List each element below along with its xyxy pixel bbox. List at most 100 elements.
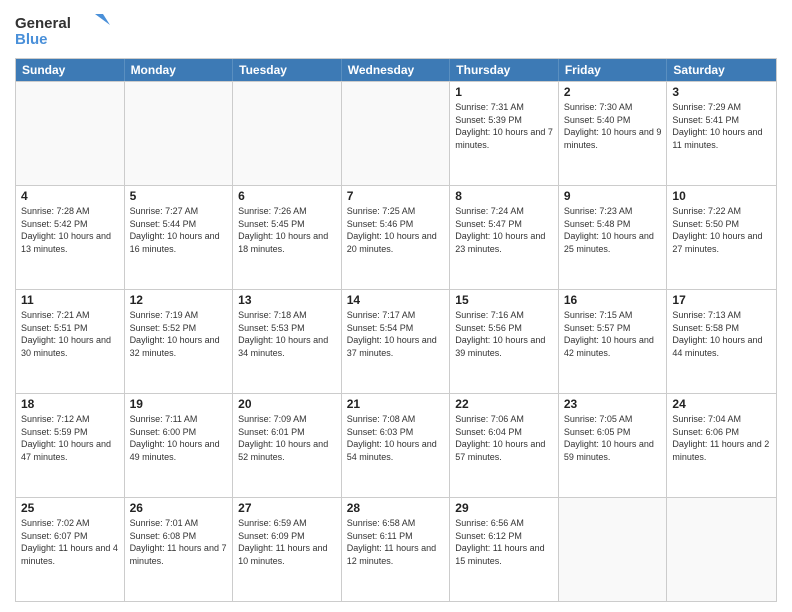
week-row-4: 25 Sunrise: 7:02 AMSunset: 6:07 PMDayligh… (16, 497, 776, 601)
cal-cell (559, 498, 668, 601)
cal-cell: 11Sunrise: 7:21 AMSunset: 5:51 PMDayligh… (16, 290, 125, 393)
day-info: Sunrise: 7:13 AMSunset: 5:58 PMDaylight:… (672, 309, 771, 359)
week-row-0: 1 Sunrise: 7:31 AMSunset: 5:39 PMDaylight… (16, 81, 776, 185)
day-number: 25 (21, 501, 119, 515)
cal-cell: 10 Sunrise: 7:22 AMSunset: 5:50 PMDayligh… (667, 186, 776, 289)
day-number: 8 (455, 189, 553, 203)
calendar-body: 1 Sunrise: 7:31 AMSunset: 5:39 PMDaylight… (16, 81, 776, 601)
day-number: 29 (455, 501, 553, 515)
cal-cell: 3 Sunrise: 7:29 AMSunset: 5:41 PMDaylight… (667, 82, 776, 185)
day-info: Sunrise: 6:58 AMSunset: 6:11 PMDaylight:… (347, 517, 445, 567)
cal-cell: 6 Sunrise: 7:26 AMSunset: 5:45 PMDaylight… (233, 186, 342, 289)
day-info: Sunrise: 7:06 AMSunset: 6:04 PMDaylight:… (455, 413, 553, 463)
day-info: Sunrise: 7:30 AMSunset: 5:40 PMDaylight:… (564, 101, 662, 151)
day-info: Sunrise: 7:01 AMSunset: 6:08 PMDaylight:… (130, 517, 228, 567)
day-info: Sunrise: 7:16 AMSunset: 5:56 PMDaylight:… (455, 309, 553, 359)
day-info: Sunrise: 7:09 AMSunset: 6:01 PMDaylight:… (238, 413, 336, 463)
cal-cell: 2 Sunrise: 7:30 AMSunset: 5:40 PMDaylight… (559, 82, 668, 185)
cal-cell: 12Sunrise: 7:19 AMSunset: 5:52 PMDayligh… (125, 290, 234, 393)
day-number: 14 (347, 293, 445, 307)
week-row-3: 18 Sunrise: 7:12 AMSunset: 5:59 PMDayligh… (16, 393, 776, 497)
day-info: Sunrise: 7:29 AMSunset: 5:41 PMDaylight:… (672, 101, 771, 151)
day-info: Sunrise: 7:27 AMSunset: 5:44 PMDaylight:… (130, 205, 228, 255)
cal-cell: 25 Sunrise: 7:02 AMSunset: 6:07 PMDayligh… (16, 498, 125, 601)
week-row-2: 11Sunrise: 7:21 AMSunset: 5:51 PMDayligh… (16, 289, 776, 393)
day-number: 3 (672, 85, 771, 99)
day-number: 20 (238, 397, 336, 411)
cal-cell: 21Sunrise: 7:08 AMSunset: 6:03 PMDayligh… (342, 394, 451, 497)
header-day-thursday: Thursday (450, 59, 559, 81)
cal-cell: 4 Sunrise: 7:28 AMSunset: 5:42 PMDaylight… (16, 186, 125, 289)
header-day-wednesday: Wednesday (342, 59, 451, 81)
cal-cell: 13 Sunrise: 7:18 AMSunset: 5:53 PMDayligh… (233, 290, 342, 393)
cal-cell: 24 Sunrise: 7:04 AMSunset: 6:06 PMDayligh… (667, 394, 776, 497)
day-info: Sunrise: 7:23 AMSunset: 5:48 PMDaylight:… (564, 205, 662, 255)
cal-cell: 20 Sunrise: 7:09 AMSunset: 6:01 PMDayligh… (233, 394, 342, 497)
day-info: Sunrise: 7:22 AMSunset: 5:50 PMDaylight:… (672, 205, 771, 255)
calendar: SundayMondayTuesdayWednesdayThursdayFrid… (15, 58, 777, 602)
cal-cell: 9 Sunrise: 7:23 AMSunset: 5:48 PMDaylight… (559, 186, 668, 289)
cal-cell (342, 82, 451, 185)
cal-cell: 28 Sunrise: 6:58 AMSunset: 6:11 PMDayligh… (342, 498, 451, 601)
day-number: 6 (238, 189, 336, 203)
svg-text:Blue: Blue (15, 31, 48, 48)
day-number: 12 (130, 293, 228, 307)
day-info: Sunrise: 7:28 AMSunset: 5:42 PMDaylight:… (21, 205, 119, 255)
day-info: Sunrise: 7:15 AMSunset: 5:57 PMDaylight:… (564, 309, 662, 359)
cal-cell: 29 Sunrise: 6:56 AMSunset: 6:12 PMDayligh… (450, 498, 559, 601)
day-number: 24 (672, 397, 771, 411)
page: General Blue SundayMondayTuesdayWednesda… (0, 0, 792, 612)
day-number: 27 (238, 501, 336, 515)
header-day-friday: Friday (559, 59, 668, 81)
day-number: 13 (238, 293, 336, 307)
day-number: 15 (455, 293, 553, 307)
day-number: 26 (130, 501, 228, 515)
day-number: 19 (130, 397, 228, 411)
day-number: 21 (347, 397, 445, 411)
week-row-1: 4 Sunrise: 7:28 AMSunset: 5:42 PMDaylight… (16, 185, 776, 289)
day-info: Sunrise: 7:04 AMSunset: 6:06 PMDaylight:… (672, 413, 771, 463)
day-info: Sunrise: 7:05 AMSunset: 6:05 PMDaylight:… (564, 413, 662, 463)
cal-cell: 16 Sunrise: 7:15 AMSunset: 5:57 PMDayligh… (559, 290, 668, 393)
day-info: Sunrise: 7:02 AMSunset: 6:07 PMDaylight:… (21, 517, 119, 567)
cal-cell: 14 Sunrise: 7:17 AMSunset: 5:54 PMDayligh… (342, 290, 451, 393)
day-number: 5 (130, 189, 228, 203)
cal-cell: 8 Sunrise: 7:24 AMSunset: 5:47 PMDaylight… (450, 186, 559, 289)
day-info: Sunrise: 7:26 AMSunset: 5:45 PMDaylight:… (238, 205, 336, 255)
cal-cell: 22Sunrise: 7:06 AMSunset: 6:04 PMDayligh… (450, 394, 559, 497)
calendar-header: SundayMondayTuesdayWednesdayThursdayFrid… (16, 59, 776, 81)
header-day-monday: Monday (125, 59, 234, 81)
day-number: 7 (347, 189, 445, 203)
cal-cell: 26 Sunrise: 7:01 AMSunset: 6:08 PMDayligh… (125, 498, 234, 601)
cal-cell: 5 Sunrise: 7:27 AMSunset: 5:44 PMDaylight… (125, 186, 234, 289)
day-number: 11 (21, 293, 119, 307)
day-number: 9 (564, 189, 662, 203)
day-number: 18 (21, 397, 119, 411)
cal-cell (233, 82, 342, 185)
cal-cell (667, 498, 776, 601)
day-number: 17 (672, 293, 771, 307)
day-info: Sunrise: 7:18 AMSunset: 5:53 PMDaylight:… (238, 309, 336, 359)
header-day-sunday: Sunday (16, 59, 125, 81)
day-number: 1 (455, 85, 553, 99)
day-info: Sunrise: 7:24 AMSunset: 5:47 PMDaylight:… (455, 205, 553, 255)
day-info: Sunrise: 7:11 AMSunset: 6:00 PMDaylight:… (130, 413, 228, 463)
header-day-tuesday: Tuesday (233, 59, 342, 81)
cal-cell: 7 Sunrise: 7:25 AMSunset: 5:46 PMDaylight… (342, 186, 451, 289)
day-number: 28 (347, 501, 445, 515)
cal-cell (16, 82, 125, 185)
day-info: Sunrise: 7:17 AMSunset: 5:54 PMDaylight:… (347, 309, 445, 359)
day-number: 16 (564, 293, 662, 307)
day-number: 23 (564, 397, 662, 411)
day-info: Sunrise: 7:12 AMSunset: 5:59 PMDaylight:… (21, 413, 119, 463)
day-info: Sunrise: 6:56 AMSunset: 6:12 PMDaylight:… (455, 517, 553, 567)
day-number: 10 (672, 189, 771, 203)
day-info: Sunrise: 7:25 AMSunset: 5:46 PMDaylight:… (347, 205, 445, 255)
svg-text:General: General (15, 15, 71, 32)
cal-cell: 27Sunrise: 6:59 AMSunset: 6:09 PMDayligh… (233, 498, 342, 601)
day-info: Sunrise: 7:31 AMSunset: 5:39 PMDaylight:… (455, 101, 553, 151)
cal-cell: 18 Sunrise: 7:12 AMSunset: 5:59 PMDayligh… (16, 394, 125, 497)
cal-cell: 15 Sunrise: 7:16 AMSunset: 5:56 PMDayligh… (450, 290, 559, 393)
day-number: 4 (21, 189, 119, 203)
day-number: 2 (564, 85, 662, 99)
